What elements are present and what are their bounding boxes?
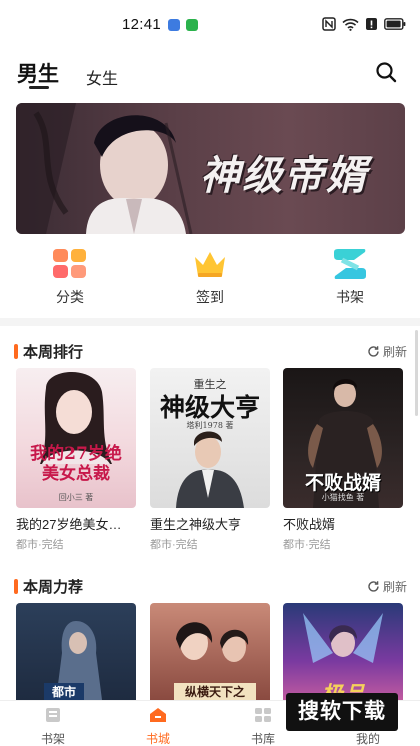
book-cover: 极品 xyxy=(283,603,403,700)
cover-title: 纵横天下之 xyxy=(174,683,256,700)
notification-icon xyxy=(168,19,180,31)
entry-category[interactable]: 分类 xyxy=(30,248,110,307)
section-weekly-recommend-header: 本周力荐 刷新 xyxy=(0,575,420,599)
nav-bookstore[interactable]: 书城 xyxy=(123,707,193,746)
book-card[interactable]: 极品 xyxy=(283,603,403,700)
entry-checkin-label: 签到 xyxy=(196,289,224,305)
entry-checkin[interactable]: 签到 xyxy=(170,248,250,307)
book-card[interactable]: 重生之 神级大亨 塔利1978 著 重生之神级大亨 都市·完结 xyxy=(150,368,270,552)
section-title: 本周排行 xyxy=(23,344,84,361)
section-divider xyxy=(0,318,420,326)
book-cover: 都市 xyxy=(16,603,136,700)
nav-profile-label: 我的 xyxy=(355,732,380,746)
book-meta: 都市·完结 xyxy=(150,539,198,551)
book-cover: 不败战婿 小猫找鱼 著 xyxy=(283,368,403,508)
entry-bookshelf-label: 书架 xyxy=(336,289,364,305)
banner-title: 神级帝婿 xyxy=(200,152,368,199)
book-title: 重生之神级大亨 xyxy=(150,517,242,532)
cover-title: 都市 xyxy=(44,683,84,700)
top-tabs: 男生 女生 xyxy=(0,48,420,96)
entry-bookshelf[interactable]: 书架 xyxy=(310,248,390,307)
book-card[interactable]: 不败战婿 小猫找鱼 著 不败战婿 都市·完结 xyxy=(283,368,403,552)
section-accent-bar xyxy=(14,579,18,594)
book-cover: 我的27岁绝美女总裁 回小三 著 xyxy=(16,368,136,508)
scrollbar[interactable] xyxy=(415,330,418,416)
section-weekly-ranking-header: 本周排行 刷新 xyxy=(0,340,420,364)
bookshelf-nav-icon xyxy=(46,708,60,722)
cover-title: 我的27岁绝美女总裁 xyxy=(30,444,122,484)
cover-author: 小猫找鱼 著 xyxy=(321,493,365,502)
nav-bookstore-label: 书城 xyxy=(145,732,170,746)
refresh-button[interactable]: 刷新 xyxy=(367,343,407,360)
promo-banner[interactable]: 神级帝婿 xyxy=(16,103,405,234)
bookstore-nav-icon xyxy=(150,708,166,722)
crown-icon xyxy=(192,248,228,280)
category-icon xyxy=(52,248,88,280)
nav-bookshelf[interactable]: 书架 xyxy=(18,707,88,746)
tab-female[interactable]: 女生 xyxy=(86,65,118,89)
book-meta: 都市·完结 xyxy=(283,539,331,551)
alert-icon xyxy=(366,18,377,30)
book-title: 不败战婿 xyxy=(283,517,336,532)
nav-bookshelf-label: 书架 xyxy=(40,732,65,746)
quick-entries: 分类 签到 书架 xyxy=(0,248,420,310)
cover-title: 不败战婿 xyxy=(304,472,381,494)
app-notification-icon xyxy=(186,19,198,31)
refresh-icon xyxy=(368,581,379,592)
status-time: 12:41 xyxy=(122,16,162,33)
book-cover: 纵横天下之 xyxy=(150,603,270,700)
search-icon[interactable] xyxy=(374,60,398,84)
status-icons xyxy=(322,17,406,31)
nfc-icon xyxy=(322,17,336,31)
refresh-icon xyxy=(368,346,379,357)
section-title: 本周力荐 xyxy=(23,579,84,596)
tab-male[interactable]: 男生 xyxy=(17,58,59,88)
refresh-button[interactable]: 刷新 xyxy=(367,578,407,595)
book-meta: 都市·完结 xyxy=(16,539,64,551)
library-nav-icon xyxy=(255,708,271,722)
refresh-label: 刷新 xyxy=(382,345,407,359)
refresh-label: 刷新 xyxy=(382,580,407,594)
active-tab-indicator xyxy=(29,86,49,89)
nav-library-label: 书库 xyxy=(250,732,275,746)
book-card[interactable]: 我的27岁绝美女总裁 回小三 著 我的27岁绝美女… 都市·完结 xyxy=(16,368,136,552)
book-title: 我的27岁绝美女… xyxy=(16,517,122,532)
wifi-icon xyxy=(342,18,359,31)
cover-author: 回小三 著 xyxy=(58,493,94,502)
bookshelf-icon xyxy=(332,248,368,280)
book-card[interactable]: 都市 xyxy=(16,603,136,700)
book-card[interactable]: 纵横天下之 xyxy=(150,603,270,700)
status-bar: 12:41 xyxy=(0,0,420,44)
section-accent-bar xyxy=(14,344,18,359)
entry-category-label: 分类 xyxy=(56,289,84,305)
book-cover: 重生之 神级大亨 塔利1978 著 xyxy=(150,368,270,508)
battery-icon xyxy=(384,18,406,30)
watermark: 搜软下载 xyxy=(286,693,398,731)
